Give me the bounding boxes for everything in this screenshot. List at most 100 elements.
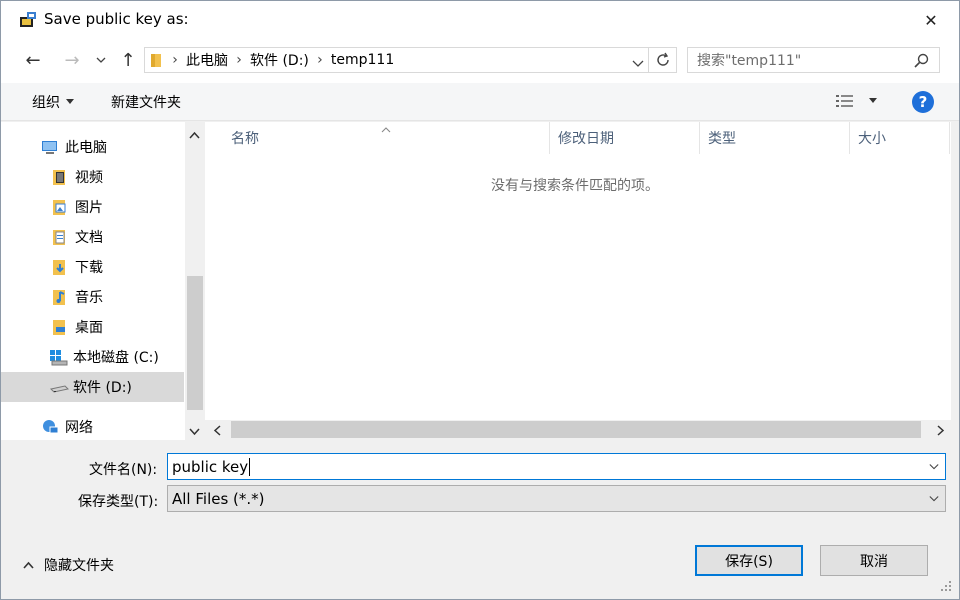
filename-field[interactable]: public key xyxy=(167,453,946,480)
breadcrumb-separator-icon[interactable]: › xyxy=(309,48,331,72)
tree-item-drive-c[interactable]: 本地磁盘 (C:) xyxy=(1,342,184,372)
breadcrumb-item-this-pc[interactable]: 此电脑 xyxy=(186,48,228,72)
recent-locations-button[interactable] xyxy=(91,47,111,73)
close-icon: ✕ xyxy=(924,10,938,30)
column-header-size[interactable]: 大小 xyxy=(850,122,950,154)
chevron-down-icon[interactable] xyxy=(929,462,939,472)
address-dropdown-button[interactable] xyxy=(632,56,644,72)
back-arrow-icon: ← xyxy=(25,49,41,71)
save-button[interactable]: 保存(S) xyxy=(695,545,803,576)
title-bar: Save public key as: ✕ xyxy=(1,1,959,39)
cancel-button[interactable]: 取消 xyxy=(820,545,928,576)
chevron-down-icon xyxy=(632,60,644,67)
column-header-label: 类型 xyxy=(708,131,736,147)
refresh-button[interactable] xyxy=(649,47,677,73)
resize-grip-icon[interactable] xyxy=(937,577,953,593)
tree-item-documents[interactable]: 文档 xyxy=(1,222,184,252)
scroll-up-button[interactable] xyxy=(189,127,200,143)
chevron-down-icon xyxy=(189,428,200,436)
navigation-pane-scroll-thumb[interactable] xyxy=(187,276,203,410)
tree-item-network[interactable]: 网络 xyxy=(1,412,184,442)
new-folder-button[interactable]: 新建文件夹 xyxy=(111,92,181,112)
tree-item-label: 音乐 xyxy=(75,290,103,306)
tree-item-downloads[interactable]: 下载 xyxy=(1,252,184,282)
file-list[interactable]: 名称 修改日期 类型 大小 没有与搜索条件匹配的项。 xyxy=(205,122,951,440)
up-arrow-icon: ↑ xyxy=(120,49,136,71)
video-folder-icon xyxy=(51,168,69,186)
tree-item-this-pc[interactable]: 此电脑 xyxy=(1,132,184,162)
navigation-bar: ← → ↑ › 此电脑 › 软件 (D:) › temp111 搜索"temp1… xyxy=(1,39,959,83)
tree-item-label: 本地磁盘 (C:) xyxy=(73,350,159,366)
empty-folder-message: 没有与搜索条件匹配的项。 xyxy=(491,178,659,194)
caret-down-icon xyxy=(869,98,877,103)
cancel-button-label: 取消 xyxy=(860,553,888,570)
command-bar: 组织 新建文件夹 xyxy=(1,83,959,121)
scroll-left-button[interactable] xyxy=(213,424,221,440)
tree-item-label: 文档 xyxy=(75,230,103,246)
view-options-button[interactable] xyxy=(836,94,878,108)
tree-item-drive-d[interactable]: 软件 (D:) xyxy=(1,372,184,402)
tree-item-music[interactable]: 音乐 xyxy=(1,282,184,312)
chevron-down-icon xyxy=(96,57,106,63)
caret-down-icon xyxy=(66,99,74,104)
drive-icon xyxy=(49,378,70,396)
help-button[interactable]: ? xyxy=(912,91,934,113)
column-header-label: 大小 xyxy=(858,131,886,147)
details-view-icon xyxy=(836,95,853,107)
search-input[interactable]: 搜索"temp111" xyxy=(697,50,801,70)
tree-item-label: 网络 xyxy=(65,420,93,436)
breadcrumb-separator-icon[interactable]: › xyxy=(164,48,186,72)
filename-input[interactable]: public key xyxy=(172,458,248,476)
tree-item-label: 下载 xyxy=(75,260,103,276)
tree-item-pictures[interactable]: 图片 xyxy=(1,192,184,222)
text-cursor xyxy=(249,457,251,476)
filetype-select[interactable]: All Files (*.*) xyxy=(167,485,946,512)
chevron-up-icon xyxy=(189,131,200,139)
pictures-folder-icon xyxy=(51,198,69,216)
close-button[interactable]: ✕ xyxy=(909,5,953,35)
search-box[interactable]: 搜索"temp111" xyxy=(687,47,940,73)
save-dialog: Save public key as: ✕ ← → ↑ › 此电脑 › 软件 (… xyxy=(0,0,960,600)
tree-item-desktop[interactable]: 桌面 xyxy=(1,312,184,342)
save-button-label: 保存(S) xyxy=(725,553,773,570)
downloads-folder-icon xyxy=(51,258,69,276)
music-folder-icon xyxy=(51,288,69,306)
up-button[interactable]: ↑ xyxy=(115,47,141,73)
address-bar[interactable]: › 此电脑 › 软件 (D:) › temp111 xyxy=(144,47,649,73)
column-header-type[interactable]: 类型 xyxy=(700,122,850,154)
breadcrumb-item-temp111[interactable]: temp111 xyxy=(331,48,394,72)
hide-folders-label: 隐藏文件夹 xyxy=(44,558,114,574)
filetype-value: All Files (*.*) xyxy=(172,489,265,508)
organize-menu[interactable]: 组织 xyxy=(32,92,75,112)
window-title: Save public key as: xyxy=(44,10,189,28)
desktop-folder-icon xyxy=(51,318,69,336)
documents-folder-icon xyxy=(51,228,69,246)
computer-icon xyxy=(41,138,59,156)
tree-item-label: 此电脑 xyxy=(65,140,107,156)
forward-button[interactable]: → xyxy=(59,47,85,73)
back-button[interactable]: ← xyxy=(20,47,46,73)
breadcrumb-separator-icon[interactable]: › xyxy=(228,48,250,72)
filetype-label: 保存类型(T): xyxy=(78,494,159,510)
refresh-icon xyxy=(656,52,669,66)
chevron-down-icon xyxy=(929,496,939,502)
chevron-left-icon xyxy=(213,425,221,436)
chevron-right-icon xyxy=(937,425,945,436)
new-folder-label: 新建文件夹 xyxy=(111,95,181,111)
app-icon xyxy=(18,10,38,30)
tree-item-label: 视频 xyxy=(75,170,103,186)
help-icon: ? xyxy=(918,93,928,111)
search-icon[interactable] xyxy=(913,52,931,70)
hide-folders-toggle[interactable]: 隐藏文件夹 xyxy=(23,555,114,575)
organize-label: 组织 xyxy=(32,95,60,111)
scroll-right-button[interactable] xyxy=(937,424,945,440)
tree-item-label: 软件 (D:) xyxy=(73,380,132,396)
column-header-name[interactable]: 名称 xyxy=(223,122,550,154)
breadcrumb-item-drive-d[interactable]: 软件 (D:) xyxy=(250,48,309,72)
tree-item-videos[interactable]: 视频 xyxy=(1,162,184,192)
column-header-date-modified[interactable]: 修改日期 xyxy=(550,122,700,154)
forward-arrow-icon: → xyxy=(64,49,80,71)
navigation-pane: 此电脑 视频 图片 文档 下载 音乐 桌面 本地磁盘 (C:) 软件 (D:) … xyxy=(1,122,204,440)
scroll-down-button[interactable] xyxy=(189,424,200,440)
file-list-scroll-thumb[interactable] xyxy=(231,421,921,438)
